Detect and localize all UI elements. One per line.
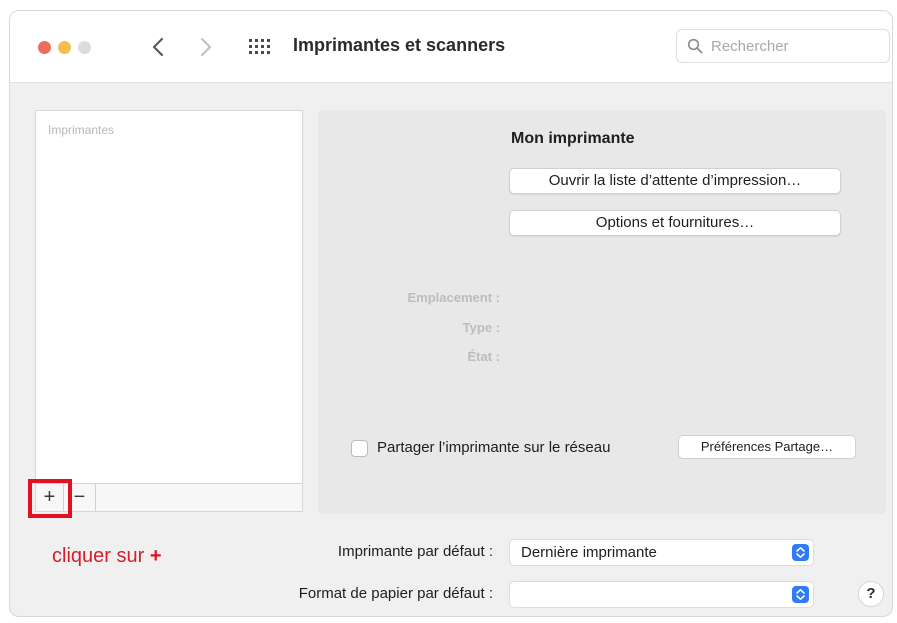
zoom-window-button[interactable] bbox=[78, 41, 91, 54]
list-controls: + − bbox=[35, 484, 303, 512]
chevron-left-icon bbox=[152, 37, 164, 57]
back-button[interactable] bbox=[146, 31, 170, 63]
default-printer-label: Imprimante par défaut : bbox=[337, 543, 493, 560]
open-print-queue-button[interactable]: Ouvrir la liste d’attente d’impression… bbox=[509, 168, 841, 194]
paper-format-label: Format de papier par défaut : bbox=[298, 585, 493, 602]
updown-chevron-icon bbox=[792, 586, 809, 603]
instruction-annotation: cliquer sur + bbox=[52, 545, 162, 568]
grid-icon bbox=[249, 39, 270, 54]
window-title: Imprimantes et scanners bbox=[293, 35, 506, 55]
paper-format-select[interactable] bbox=[509, 581, 814, 608]
instruction-text: cliquer sur bbox=[52, 545, 150, 567]
printer-list-header: Imprimantes bbox=[48, 123, 115, 137]
printer-list[interactable]: Imprimantes bbox=[35, 110, 303, 484]
help-button[interactable]: ? bbox=[858, 581, 884, 607]
location-label: Emplacement : bbox=[407, 290, 500, 305]
state-label: État : bbox=[467, 349, 501, 364]
title-bar: Imprimantes et scanners Rechercher bbox=[10, 11, 892, 83]
share-printer-label: Partager l’imprimante sur le réseau bbox=[377, 439, 611, 456]
instruction-plus: + bbox=[149, 545, 162, 567]
type-label: Type : bbox=[462, 320, 500, 335]
preferences-window: Imprimantes et scanners Rechercher Impri… bbox=[9, 10, 893, 617]
sharing-preferences-button[interactable]: Préférences Partage… bbox=[678, 435, 856, 459]
chevron-right-icon bbox=[200, 37, 212, 57]
default-printer-value: Dernière imprimante bbox=[521, 544, 657, 561]
printer-details-panel: Mon imprimante Ouvrir la liste d’attente… bbox=[318, 110, 886, 514]
default-printer-select[interactable]: Dernière imprimante bbox=[509, 539, 814, 566]
minimize-window-button[interactable] bbox=[58, 41, 71, 54]
forward-button[interactable] bbox=[194, 31, 218, 63]
show-all-button[interactable] bbox=[248, 38, 270, 56]
add-button-highlight bbox=[28, 479, 72, 518]
printer-name: Mon imprimante bbox=[511, 130, 635, 147]
search-icon bbox=[687, 38, 703, 54]
search-placeholder: Rechercher bbox=[711, 38, 789, 55]
updown-chevron-icon bbox=[792, 544, 809, 561]
search-field[interactable]: Rechercher bbox=[676, 29, 890, 63]
close-window-button[interactable] bbox=[38, 41, 51, 54]
share-printer-checkbox[interactable] bbox=[351, 440, 368, 457]
options-supplies-button[interactable]: Options et fournitures… bbox=[509, 210, 841, 236]
